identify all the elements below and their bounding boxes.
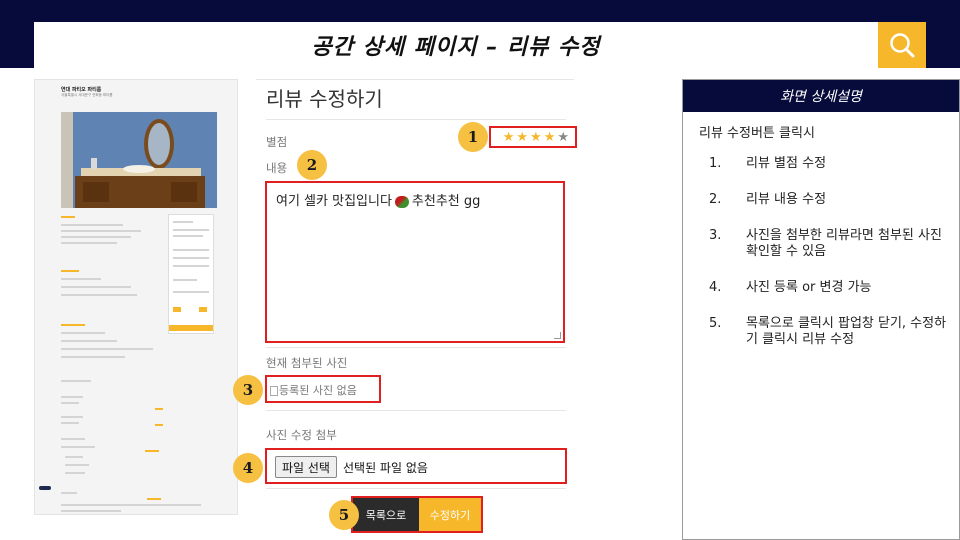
attach-label: 사진 수정 첨부: [266, 428, 337, 442]
thumb-text-line: [61, 236, 131, 238]
page-thumbnail: 연대 파티오 파티룸 서울특별시 서대문구 연희동 파티룸: [34, 79, 238, 515]
thumb-text-line: [61, 230, 141, 232]
list-item: 2. 리뷰 내용 수정: [709, 192, 827, 207]
list-item: 1. 리뷰 별점 수정: [709, 156, 827, 171]
resize-handle-icon[interactable]: [554, 332, 561, 339]
content-label: 내용: [266, 161, 288, 175]
slide-title: 공간 상세 페이지 – 리뷰 수정: [311, 35, 601, 60]
list-item: 4. 사진 등록 or 변경 가능: [709, 280, 872, 295]
current-photo: 등록된 사진 없음: [265, 375, 381, 403]
callout-badge-3: 3: [233, 375, 263, 405]
thumb-title: 연대 파티오 파티룸: [61, 87, 102, 93]
star-icon[interactable]: ★: [544, 130, 556, 145]
divider: [266, 347, 566, 348]
file-upload: 파일 선택 선택된 파일 없음: [265, 448, 567, 484]
divider: [266, 119, 566, 120]
list-button[interactable]: 목록으로: [353, 498, 419, 531]
search-button[interactable]: [878, 22, 926, 68]
thumb-section-mark: [61, 216, 75, 218]
review-content-text: 여기 셀카 맛집입니다 추천추천 gg: [276, 194, 481, 209]
review-content-textarea[interactable]: 여기 셀카 맛집입니다 추천추천 gg: [265, 181, 565, 343]
file-status-text: 선택된 파일 없음: [343, 461, 428, 475]
panel-title: 화면 상세설명: [683, 80, 959, 112]
file-select-button[interactable]: 파일 선택: [275, 456, 337, 478]
thumb-text-line: [61, 242, 117, 244]
current-photo-label: 현재 첨부된 사진: [266, 356, 348, 370]
star-rating[interactable]: ★ ★ ★ ★ ★: [489, 126, 577, 148]
divider: [266, 488, 566, 489]
thumb-text-line: [61, 224, 123, 226]
list-item: 3. 사진을 첨부한 리뷰라면 첨부된 사진 확인할 수 있음: [709, 228, 942, 259]
food-emoji-icon: [394, 195, 409, 208]
callout-badge-2: 2: [297, 150, 327, 180]
review-edit-form: 리뷰 수정하기 별점 ★ ★ ★ ★ ★ 내용 여기 셀카 맛집입니다 추천추천 …: [256, 79, 577, 540]
broken-image-icon: [270, 386, 278, 396]
slide-title-bar: 공간 상세 페이지 – 리뷰 수정: [34, 22, 878, 68]
description-list: 1. 리뷰 별점 수정 2. 리뷰 내용 수정 3. 사진을 첨부한 리뷰라면 첨부된…: [709, 156, 957, 368]
callout-badge-1: 1: [458, 122, 488, 152]
callout-badge-4: 4: [233, 453, 263, 483]
form-heading: 리뷰 수정하기: [266, 87, 383, 111]
space-photo: [61, 112, 217, 208]
divider: [266, 410, 566, 411]
star-icon[interactable]: ★: [503, 130, 515, 145]
rating-label: 별점: [266, 135, 288, 149]
thumb-subtitle: 서울특별시 서대문구 연희동 파티룸: [61, 93, 113, 97]
callout-badge-5: 5: [329, 500, 359, 530]
no-photo-text: 등록된 사진 없음: [279, 384, 357, 397]
description-panel: 화면 상세설명 리뷰 수정버튼 클릭시 1. 리뷰 별점 수정 2. 리뷰 내용 수…: [682, 79, 960, 540]
list-item: 5. 목록으로 클릭시 팝업창 닫기, 수정하기 클릭시 리뷰 수정: [709, 316, 947, 347]
star-icon[interactable]: ★: [516, 130, 528, 145]
panel-intro: 리뷰 수정버튼 클릭시: [699, 126, 815, 141]
submit-edit-button[interactable]: 수정하기: [419, 498, 481, 531]
search-icon: [890, 33, 915, 58]
star-icon[interactable]: ★: [557, 130, 569, 145]
form-actions: 목록으로 수정하기: [351, 496, 483, 533]
thumb-toggle: [39, 486, 51, 490]
star-icon[interactable]: ★: [530, 130, 542, 145]
thumb-booking-card: [168, 214, 214, 334]
